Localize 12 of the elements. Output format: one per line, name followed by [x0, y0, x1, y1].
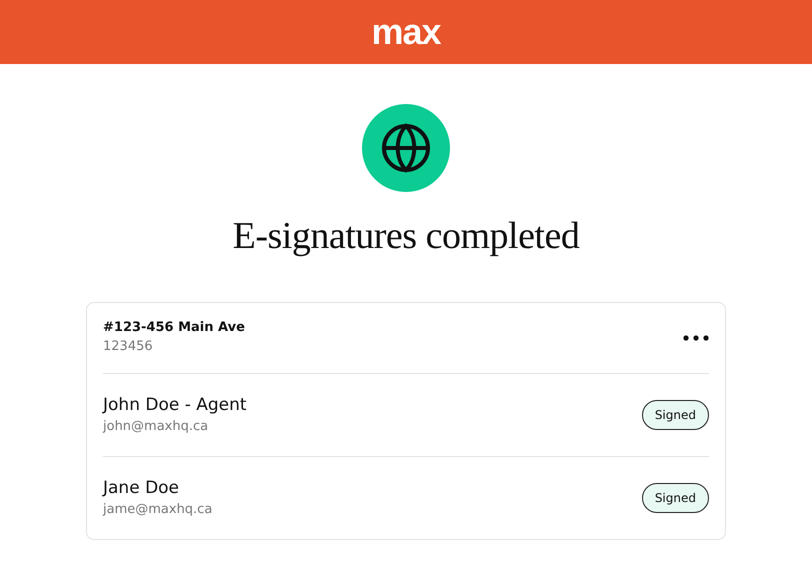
signer-email: jame@maxhq.ca	[103, 501, 212, 519]
page-title: E-signatures completed	[232, 214, 580, 258]
signer-name: Jane Doe	[103, 477, 180, 500]
globe-icon	[381, 123, 431, 173]
property-number: 123456	[103, 338, 154, 356]
more-icon[interactable]	[683, 335, 709, 341]
signer-name: John Doe - Agent	[103, 394, 247, 417]
property-address: #123-456 Main Ave	[103, 319, 245, 337]
signer-email: john@maxhq.ca	[103, 418, 210, 436]
status-badge: Signed	[642, 400, 709, 430]
logo: max	[371, 14, 441, 50]
status-badge: Signed	[642, 483, 709, 513]
